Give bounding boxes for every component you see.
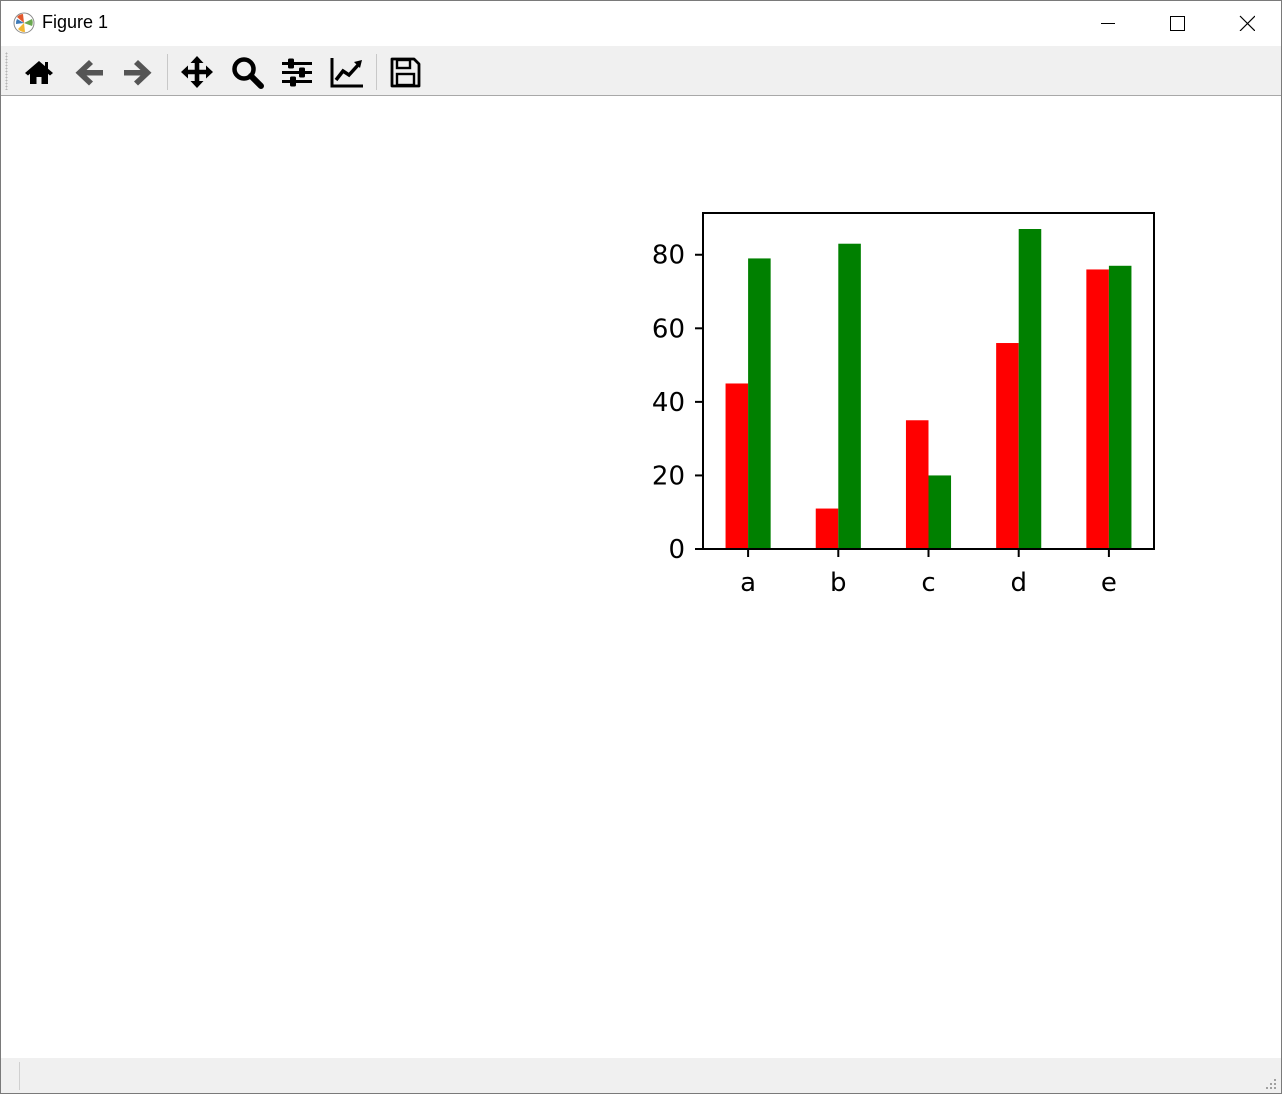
- toolbar-grip[interactable]: [5, 52, 8, 90]
- sliders-icon: [282, 58, 312, 87]
- y-tick-label-0: 0: [668, 535, 685, 565]
- save-button[interactable]: [385, 50, 425, 92]
- y-tick-label-20: 20: [652, 461, 685, 491]
- x-tick-label-a: a: [740, 568, 756, 598]
- resize-grip-icon[interactable]: [1265, 1078, 1277, 1090]
- bar-d-series-2: [1018, 229, 1042, 549]
- minimize-button[interactable]: [1073, 1, 1143, 46]
- save-icon: [390, 57, 421, 88]
- bar-a-series-2: [748, 258, 771, 549]
- maximize-icon: [1170, 16, 1185, 31]
- y-tick-label-60: 60: [652, 314, 685, 344]
- arrow-right-icon: [124, 60, 152, 86]
- window-title: Figure 1: [42, 12, 109, 32]
- status-separator: [19, 1062, 20, 1090]
- maximize-button[interactable]: [1142, 1, 1212, 46]
- zoom-icon: [232, 57, 264, 89]
- bar-b-series-1: [815, 508, 839, 549]
- x-tick-label-d: d: [1010, 568, 1027, 598]
- bar-a-series-1: [725, 383, 749, 549]
- arrow-left-icon: [75, 60, 103, 86]
- bar-e-series-2: [1108, 265, 1132, 549]
- bar-c-series-2: [928, 475, 952, 549]
- bar-d-series-1: [996, 343, 1019, 549]
- zoom-button[interactable]: [227, 50, 267, 92]
- matplotlib-logo-icon: [13, 12, 35, 34]
- configure-subplots-button[interactable]: [277, 50, 317, 92]
- edit-axes-button[interactable]: [327, 50, 367, 92]
- navigation-toolbar: [1, 46, 1281, 96]
- line-chart-icon: [330, 58, 363, 88]
- figure-window: Figure 1 a b c d e 0 20 40 60 80: [0, 0, 1282, 1094]
- bar-e-series-1: [1086, 269, 1109, 549]
- x-tick-label-b: b: [830, 568, 847, 598]
- forward-button[interactable]: [118, 50, 158, 92]
- title-bar[interactable]: Figure 1: [1, 1, 1281, 46]
- close-button[interactable]: [1212, 1, 1281, 46]
- pan-button[interactable]: [177, 50, 217, 92]
- toolbar-separator: [167, 54, 168, 90]
- y-tick-label-40: 40: [652, 388, 685, 418]
- bar-b-series-2: [838, 243, 861, 549]
- back-button[interactable]: [69, 50, 109, 92]
- toolbar-separator: [376, 54, 377, 90]
- bar-c-series-1: [905, 420, 929, 549]
- x-tick-label-c: c: [921, 568, 935, 598]
- figure-canvas[interactable]: a b c d e 0 20 40 60 80: [1, 96, 1281, 1058]
- pan-icon: [181, 56, 213, 88]
- close-icon: [1239, 15, 1255, 31]
- bar-chart: a b c d e 0 20 40 60 80: [652, 212, 1155, 598]
- home-icon: [25, 61, 53, 84]
- minimize-icon: [1101, 23, 1115, 24]
- x-tick-label-e: e: [1101, 568, 1117, 598]
- y-tick-label-80: 80: [652, 241, 685, 271]
- status-bar: [1, 1058, 1281, 1093]
- home-button[interactable]: [19, 50, 59, 92]
